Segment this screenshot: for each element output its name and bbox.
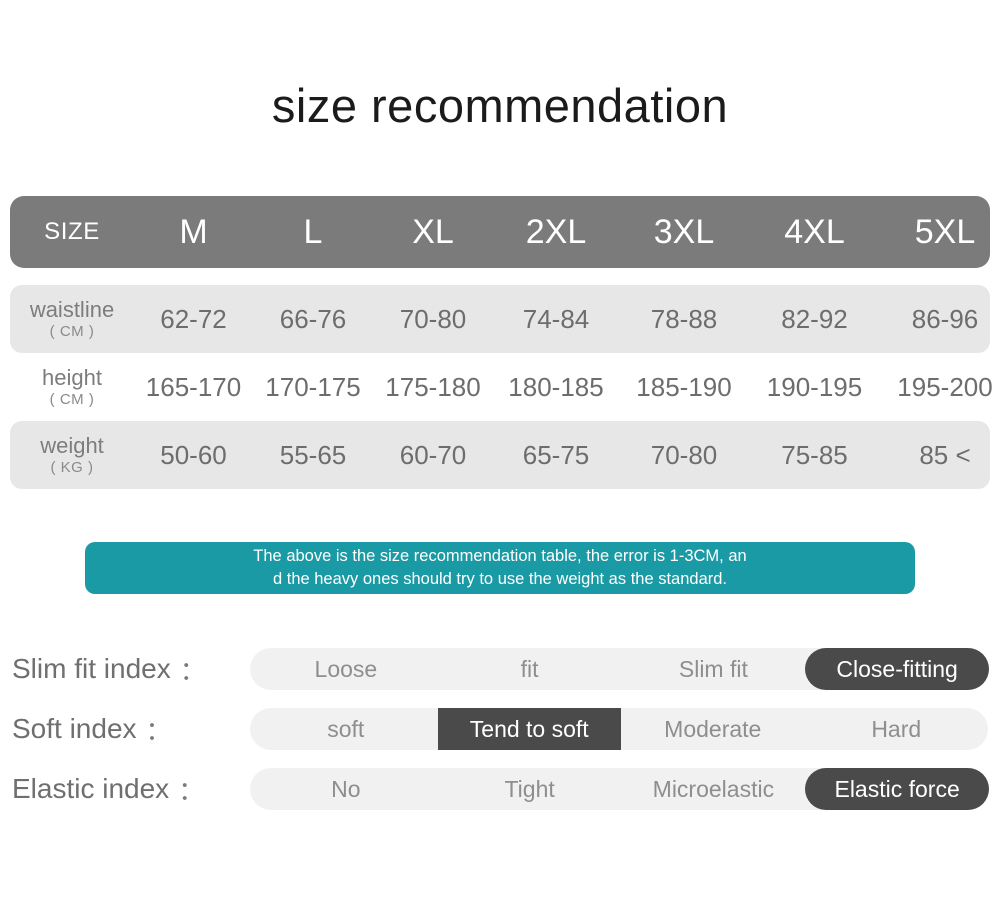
index-label-elastic: Elastic index ： [12,771,250,808]
header-size-xl: XL [412,212,454,251]
header-size-l: L [303,212,323,251]
index-track-elastic[interactable]: No Tight Microelastic Elastic force [250,768,989,810]
index-row-slim-fit: Slim fit index ： Loose fit Slim fit Clos… [12,640,989,698]
cell-waistline-l: 66-76 [279,303,347,334]
size-recommendation-page: size recommendation SIZE M L XL 2XL 3XL … [0,0,1000,923]
row-label-text: weight [40,432,104,458]
cell-waistline-m: 62-72 [160,303,227,334]
index-label-colon: ： [145,715,172,746]
row-label-weight: weight ( KG ) [10,421,134,489]
cell-waistline-4xl: 82-92 [781,303,848,334]
header-size-5xl: 5XL [914,212,976,251]
index-label-colon: ： [179,655,206,686]
index-track-slim-fit[interactable]: Loose fit Slim fit Close-fitting [250,648,989,690]
row-label-text: height [42,364,102,390]
cell-weight-l: 55-65 [279,439,347,470]
index-label-slim-fit: Slim fit index ： [12,651,250,688]
row-label-height: height ( CM ) [10,353,134,421]
index-option-microelastic[interactable]: Microelastic [622,768,806,810]
index-option-close-fitting[interactable]: Close-fitting [805,648,989,690]
index-option-tend-to-soft[interactable]: Tend to soft [437,708,621,750]
index-label-text: Soft index [12,713,137,744]
size-note-banner: The above is the size recommendation tab… [85,542,915,594]
index-option-slim-fit[interactable]: Slim fit [622,648,806,690]
row-label-unit: ( KG ) [50,459,94,477]
index-label-text: Elastic index [12,773,170,804]
row-label-text: waistline [29,296,115,322]
cell-waistline-3xl: 78-88 [650,303,718,334]
cell-height-l: 170-175 [265,371,361,402]
index-option-tight[interactable]: Tight [438,768,622,810]
header-size-label: SIZE [44,218,100,246]
index-option-fit[interactable]: fit [438,648,622,690]
index-track-soft[interactable]: soft Tend to soft Moderate Hard [250,708,988,750]
cell-height-2xl: 180-185 [508,371,604,402]
header-size-3xl: 3XL [653,212,715,251]
table-row: waistline ( CM ) 62-72 66-76 70-80 74-84… [10,285,990,353]
table-row: weight ( KG ) 50-60 55-65 60-70 65-75 70… [10,421,990,489]
table-header-row: SIZE M L XL 2XL 3XL 4XL 5XL [10,196,990,268]
header-size-2xl: 2XL [525,212,587,251]
note-line-1: The above is the size recommendation tab… [253,547,747,565]
index-option-elastic-force[interactable]: Elastic force [805,768,989,810]
index-label-text: Slim fit index [12,653,171,684]
cell-waistline-2xl: 74-84 [522,303,590,334]
cell-height-5xl: 195-200 [897,371,993,402]
index-option-moderate[interactable]: Moderate [621,708,805,750]
index-row-elastic: Elastic index ： No Tight Microelastic El… [12,760,989,818]
index-option-no[interactable]: No [250,768,438,810]
cell-height-3xl: 185-190 [636,371,732,402]
header-size-m: M [179,212,208,251]
cell-weight-2xl: 65-75 [522,439,590,470]
index-label-soft: Soft index ： [12,711,250,748]
cell-weight-3xl: 70-80 [650,439,718,470]
size-table: SIZE M L XL 2XL 3XL 4XL 5XL waistline ( … [10,196,993,489]
cell-waistline-xl: 70-80 [399,303,467,334]
index-option-loose[interactable]: Loose [250,648,438,690]
cell-weight-4xl: 75-85 [781,439,848,470]
index-block: Slim fit index ： Loose fit Slim fit Clos… [12,640,989,820]
index-option-soft[interactable]: soft [250,708,438,750]
header-size-4xl: 4XL [784,212,845,251]
cell-weight-m: 50-60 [160,439,227,470]
cell-weight-5xl: 85 < [919,439,971,470]
note-line-2: d the heavy ones should try to use the w… [272,570,728,588]
index-option-hard[interactable]: Hard [805,708,989,750]
cell-waistline-5xl: 86-96 [911,303,979,334]
cell-height-4xl: 190-195 [766,371,863,402]
cell-height-m: 165-170 [145,371,242,402]
page-title: size recommendation [271,79,729,132]
index-label-colon: ： [178,775,205,806]
index-row-soft: Soft index ： soft Tend to soft Moderate … [12,700,988,758]
row-label-waistline: waistline ( CM ) [10,285,134,353]
row-label-unit: ( CM ) [49,391,95,409]
cell-weight-xl: 60-70 [399,439,467,470]
row-label-unit: ( CM ) [49,323,95,341]
table-row: height ( CM ) 165-170 170-175 175-180 18… [10,353,993,421]
cell-height-xl: 175-180 [385,371,481,402]
